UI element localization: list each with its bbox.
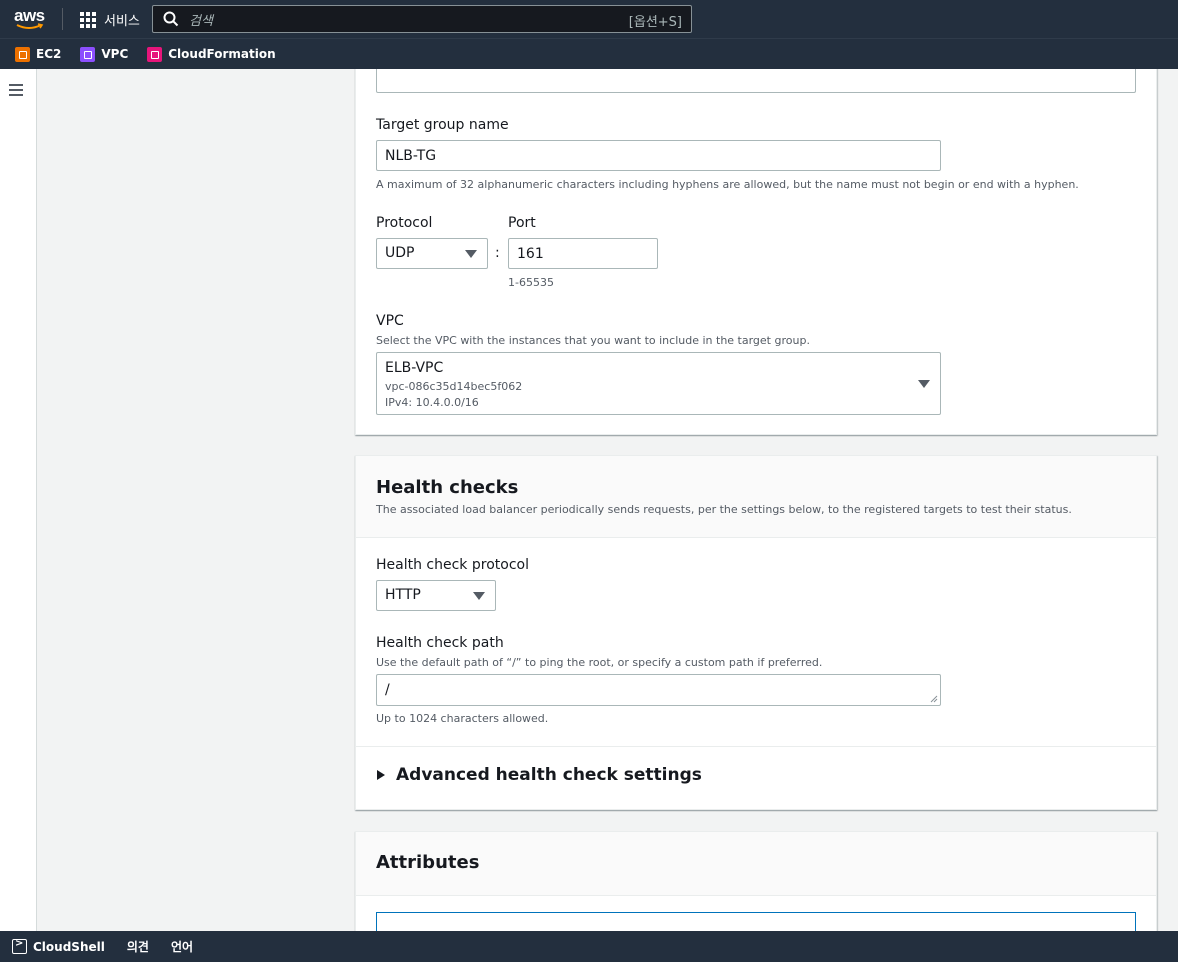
attributes-panel: Attributes <box>355 831 1157 931</box>
favorites-bar: EC2 VPC CloudFormation <box>0 38 1178 69</box>
menu-icon[interactable] <box>9 84 23 96</box>
vpc-id: vpc-086c35d14bec5f062 <box>385 380 523 393</box>
health-check-path-label: Health check path <box>376 635 504 651</box>
vpc-description: Select the VPC with the instances that y… <box>376 334 810 347</box>
main-content: Target group name NLB-TG A maximum of 32… <box>37 69 1178 931</box>
target-group-name-label: Target group name <box>376 117 509 133</box>
grid-icon <box>80 11 96 28</box>
cloudformation-icon <box>147 46 163 62</box>
caret-down-icon <box>918 380 930 388</box>
previous-field-input[interactable] <box>376 69 1136 93</box>
advanced-health-check-label: Advanced health check settings <box>396 765 702 785</box>
health-check-path-input[interactable]: / <box>376 674 941 706</box>
resize-handle-icon[interactable] <box>930 695 938 703</box>
cloudshell-button[interactable]: CloudShell <box>33 940 105 954</box>
port-separator: : <box>495 245 500 261</box>
vpc-select[interactable]: ELB-VPC vpc-086c35d14bec5f062 IPv4: 10.4… <box>376 352 941 415</box>
caret-right-icon <box>377 770 385 780</box>
protocol-select[interactable]: UDP <box>376 238 488 269</box>
target-group-name-value: NLB-TG <box>385 147 437 164</box>
top-navigation: aws 서비스 검색 [옵션+S] <box>0 0 1178 38</box>
section-divider <box>356 746 1156 747</box>
vpc-name: ELB-VPC <box>385 360 444 376</box>
bottom-bar: CloudShell 의견 언어 <box>0 931 1178 962</box>
nav-divider <box>62 8 63 30</box>
target-group-name-input[interactable]: NLB-TG <box>376 140 941 171</box>
attributes-title: Attributes <box>376 852 480 873</box>
search-shortcut: [옵션+S] <box>628 15 682 30</box>
port-hint: 1-65535 <box>508 276 554 289</box>
feedback-button[interactable]: 의견 <box>127 938 149 955</box>
vpc-cidr: IPv4: 10.4.0.0/16 <box>385 396 479 409</box>
health-check-protocol-select[interactable]: HTTP <box>376 580 496 611</box>
health-checks-panel: Health checks The associated load balanc… <box>355 455 1157 810</box>
ec2-icon <box>15 46 30 62</box>
health-check-path-hint: Up to 1024 characters allowed. <box>376 712 549 725</box>
health-checks-title: Health checks <box>376 477 519 498</box>
section-divider <box>356 537 1156 538</box>
protocol-value: UDP <box>385 245 415 261</box>
protocol-label: Protocol <box>376 215 433 231</box>
favorite-cloudformation[interactable]: CloudFormation <box>147 46 276 62</box>
search-input[interactable]: 검색 [옵션+S] <box>152 5 692 33</box>
favorite-label: EC2 <box>36 47 62 61</box>
aws-logo[interactable]: aws <box>14 6 48 32</box>
health-check-path-description: Use the default path of “/” to ping the … <box>376 656 823 669</box>
health-checks-header: Health checks The associated load balanc… <box>356 456 1156 537</box>
attributes-info-box <box>376 912 1136 931</box>
favorite-label: CloudFormation <box>168 47 276 61</box>
caret-down-icon <box>465 250 477 258</box>
port-input[interactable]: 161 <box>508 238 658 269</box>
section-divider <box>356 895 1156 896</box>
aws-smile-icon <box>16 23 44 29</box>
basic-configuration-panel: Target group name NLB-TG A maximum of 32… <box>355 69 1157 435</box>
side-navigation-rail <box>0 69 37 931</box>
port-label: Port <box>508 215 536 231</box>
favorite-vpc[interactable]: VPC <box>80 46 129 62</box>
favorite-ec2[interactable]: EC2 <box>15 46 62 62</box>
attributes-header: Attributes <box>356 832 1156 895</box>
health-check-protocol-label: Health check protocol <box>376 557 529 573</box>
vpc-icon <box>80 46 96 62</box>
cloudshell-icon <box>12 938 27 954</box>
search-placeholder: 검색 <box>189 13 213 29</box>
aws-logo-text: aws <box>14 6 45 25</box>
services-menu-button[interactable]: 서비스 <box>80 10 140 29</box>
vpc-label: VPC <box>376 313 404 329</box>
caret-down-icon <box>473 592 485 600</box>
search-icon <box>163 11 179 27</box>
port-value: 161 <box>517 245 544 262</box>
health-check-protocol-value: HTTP <box>385 587 421 603</box>
health-checks-description: The associated load balancer periodicall… <box>376 503 1072 516</box>
target-group-name-hint: A maximum of 32 alphanumeric characters … <box>376 178 1079 191</box>
health-check-path-value: / <box>385 682 390 698</box>
advanced-health-check-toggle[interactable]: Advanced health check settings <box>376 765 702 785</box>
services-label: 서비스 <box>104 14 140 29</box>
language-button[interactable]: 언어 <box>171 938 193 955</box>
favorite-label: VPC <box>101 47 129 61</box>
